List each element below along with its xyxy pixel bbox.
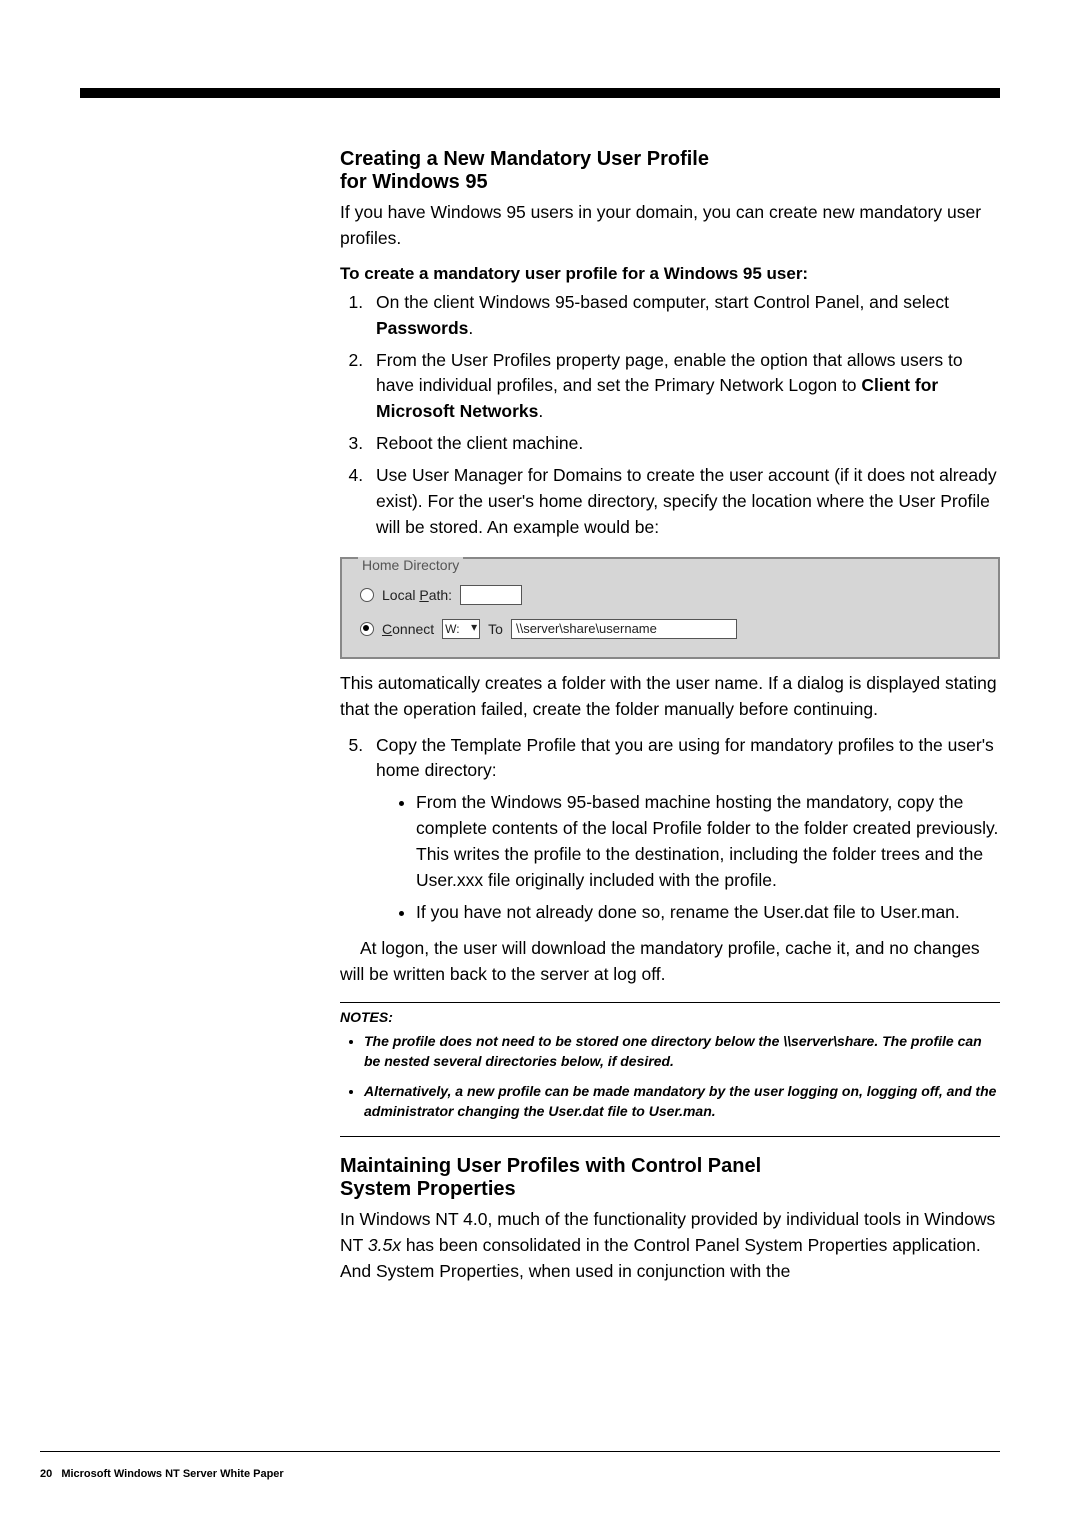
home-directory-dialog: Home Directory Local Path: Connect W: To… — [340, 557, 1000, 659]
notes-label: NOTES: — [340, 1009, 1000, 1025]
step1-passwords: Passwords — [376, 318, 468, 338]
heading-creating-profile: Creating a New Mandatory User Profile fo… — [340, 148, 1000, 194]
local-path-radio[interactable] — [360, 588, 374, 602]
unc-path-field[interactable]: \\server\share\username — [511, 619, 737, 639]
procedure-list: On the client Windows 95-based computer,… — [340, 290, 1000, 541]
step-4: Use User Manager for Domains to create t… — [368, 463, 1000, 541]
lp-u: P — [419, 587, 428, 603]
intro-paragraph: If you have Windows 95 users in your dom… — [340, 200, 1000, 252]
step1-text-c: . — [468, 318, 473, 338]
notes-list: The profile does not need to be stored o… — [340, 1031, 1000, 1122]
c-u: C — [382, 621, 392, 637]
note-1: The profile does not need to be stored o… — [364, 1031, 1000, 1072]
footer-rule — [40, 1451, 1000, 1452]
footer-text: Microsoft Windows NT Server White Paper — [61, 1468, 283, 1480]
closing-paragraph: At logon, the user will download the man… — [340, 936, 1000, 988]
local-path-row: Local Path: — [360, 585, 988, 605]
after-dialog-note: This automatically creates a folder with… — [340, 671, 1000, 723]
c-post: onnect — [392, 621, 434, 637]
dialog-legend: Home Directory — [358, 557, 463, 573]
procedure-title: To create a mandatory user profile for a… — [340, 264, 1000, 284]
main-content: Creating a New Mandatory User Profile fo… — [340, 98, 1000, 1284]
to-label: To — [488, 621, 503, 637]
notes-top-rule — [340, 1002, 1000, 1003]
page-number: 20 — [40, 1468, 52, 1480]
page-footer: 20 Microsoft Windows NT Server White Pap… — [40, 1468, 284, 1480]
connect-label: Connect — [382, 621, 434, 637]
step5-sub2: If you have not already done so, rename … — [416, 900, 1000, 926]
step2-text-c: . — [538, 401, 543, 421]
step-2: From the User Profiles property page, en… — [368, 348, 1000, 426]
note-2: Alternatively, a new profile can be made… — [364, 1081, 1000, 1122]
notes-bottom-rule — [340, 1136, 1000, 1137]
connect-radio[interactable] — [360, 622, 374, 636]
maintaining-paragraph: In Windows NT 4.0, much of the functiona… — [340, 1207, 1000, 1285]
para2-c: has been consolidated in the Control Pan… — [340, 1235, 981, 1281]
para2-b: 3.5x — [368, 1235, 401, 1255]
drive-dropdown[interactable]: W: — [442, 619, 480, 639]
procedure-list-cont: Copy the Template Profile that you are u… — [340, 733, 1000, 926]
heading2-line2: System Properties — [340, 1178, 516, 1200]
drive-value: W: — [443, 622, 459, 636]
connect-row: Connect W: To \\server\share\username — [360, 619, 988, 639]
heading-line2: for Windows 95 — [340, 171, 1000, 194]
step-1: On the client Windows 95-based computer,… — [368, 290, 1000, 342]
step1-text-a: On the client Windows 95-based computer,… — [376, 292, 949, 312]
step-5: Copy the Template Profile that you are u… — [368, 733, 1000, 926]
lp-post: ath: — [429, 587, 452, 603]
lp-pre: Local — [382, 587, 419, 603]
step5-sublist: From the Windows 95-based machine hostin… — [376, 790, 1000, 925]
header-black-bar — [80, 88, 1000, 98]
heading2-line1: Maintaining User Profiles with Control P… — [340, 1155, 761, 1177]
step5-sub1: From the Windows 95-based machine hostin… — [416, 790, 1000, 894]
local-path-label: Local Path: — [382, 587, 452, 603]
heading-maintaining: Maintaining User Profiles with Control P… — [340, 1155, 1000, 1201]
step-3: Reboot the client machine. — [368, 431, 1000, 457]
local-path-field[interactable] — [460, 585, 522, 605]
heading-line1: Creating a New Mandatory User Profile — [340, 148, 709, 170]
step5-text: Copy the Template Profile that you are u… — [376, 735, 994, 781]
